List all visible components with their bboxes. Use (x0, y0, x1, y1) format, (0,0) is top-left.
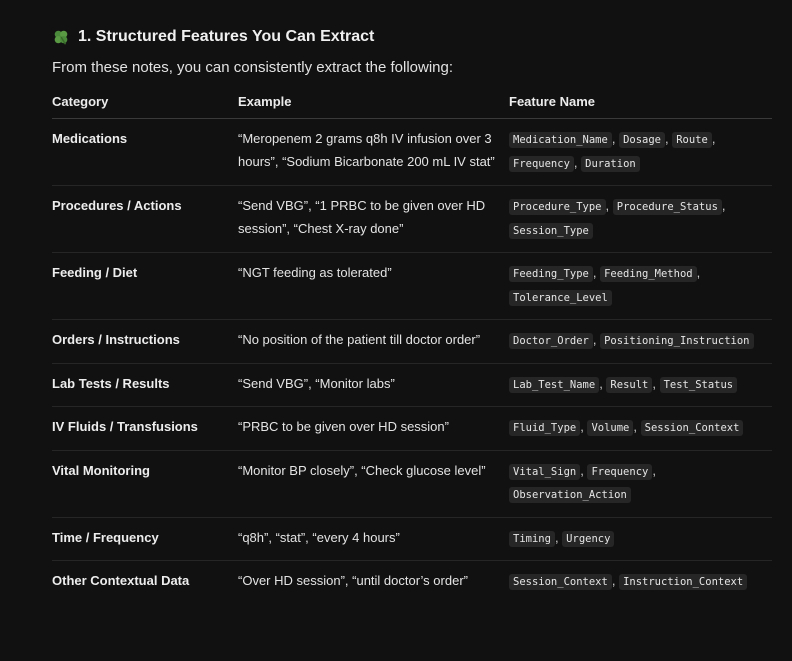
feature-name-cell: Session_Context, Instruction_Context (509, 561, 772, 604)
feature-code: Frequency (587, 463, 653, 480)
section-heading: 1. Structured Features You Can Extract (52, 24, 772, 50)
header-example: Example (238, 91, 509, 119)
feature-code: Timing (509, 530, 555, 547)
example-cell: “q8h”, “stat”, “every 4 hours” (238, 517, 509, 561)
feature-code: Tolerance_Level (509, 289, 612, 306)
feature-code: Dosage (619, 132, 665, 148)
category-cell: Time / Frequency (52, 517, 238, 561)
feature-separator: , (605, 198, 613, 213)
feature-code: Result (606, 376, 653, 393)
feature-code: Lab_Test_Name (509, 376, 600, 393)
feature-code: Duration (581, 155, 640, 172)
feature-name-cell: Lab_Test_Name, Result, Test_Status (509, 363, 772, 407)
feature-code: Vital_Sign (509, 463, 581, 480)
feature-separator: , (592, 265, 601, 280)
category-cell: Feeding / Diet (52, 252, 238, 320)
feature-name-cell: Procedure_Type, Procedure_Status, Sessio… (509, 185, 772, 253)
example-cell: “PRBC to be given over HD session” (238, 406, 509, 451)
feature-code: Volume (587, 420, 634, 436)
table-row: Medications “Meropenem 2 grams q8h IV inf… (52, 118, 772, 186)
feature-name-cell: Medication_Name, Dosage, Route, Frequenc… (509, 118, 772, 186)
feature-name-cell: Timing, Urgency (509, 517, 772, 561)
feature-separator: , (611, 131, 620, 146)
example-cell: “NGT feeding as tolerated” (238, 252, 509, 320)
feature-code: Session_Context (640, 420, 744, 436)
feature-separator: , (721, 198, 726, 213)
feature-code: Positioning_Instruction (600, 333, 754, 349)
feature-code: Instruction_Context (619, 574, 748, 590)
feature-code: Procedure_Status (612, 199, 722, 215)
feature-code: Observation_Action (509, 487, 631, 503)
feature-code: Fluid_Type (509, 420, 581, 436)
feature-separator: , (652, 375, 660, 391)
category-cell: Lab Tests / Results (52, 363, 238, 407)
feature-code: Frequency (509, 155, 574, 172)
feature-separator: , (696, 265, 701, 280)
table-row: Orders / Instructions “No position of the… (52, 319, 772, 364)
table-row: IV Fluids / Transfusions “PRBC to be give… (52, 406, 772, 451)
feature-name-cell: Feeding_Type, Feeding_Method, Tolerance_… (509, 252, 772, 320)
example-cell: “Over HD session”, “until doctor’s order… (238, 573, 468, 588)
example-cell: “Send VBG”, “Monitor labs” (238, 363, 509, 407)
table-row: Procedures / Actions “Send VBG”, “1 PRBC … (52, 185, 772, 253)
category-cell: Orders / Instructions (52, 319, 238, 364)
feature-separator: , (652, 462, 656, 478)
feature-code: Session_Context (509, 574, 612, 590)
example-cell: “Meropenem 2 grams q8h IV infusion over … (238, 118, 509, 186)
category-cell: Vital Monitoring (52, 450, 238, 518)
feature-separator: , (611, 573, 620, 588)
feature-code: Route (672, 132, 712, 148)
feature-separator: , (711, 131, 716, 146)
intro-text: From these notes, you can consistently e… (52, 59, 454, 76)
example-cell: “Send VBG”, “1 PRBC to be given over HD … (238, 185, 509, 253)
feature-code: Test_Status (659, 376, 738, 393)
category-cell: Medications (52, 118, 238, 186)
category-cell: IV Fluids / Transfusions (52, 406, 238, 451)
features-table: Category Example Feature Name Medication… (52, 91, 772, 604)
table-row: Lab Tests / Results “Send VBG”, “Monitor … (52, 363, 772, 407)
feature-code: Feeding_Type (509, 266, 593, 282)
feature-code: Procedure_Type (509, 199, 606, 215)
example-cell: “No position of the patient till doctor … (238, 319, 509, 364)
header-feature-name: Feature Name (509, 91, 772, 119)
table-row: Other Contextual Data “Over HD session”, … (52, 561, 772, 604)
table-row: Vital Monitoring “Monitor BP closely”, “C… (52, 450, 772, 518)
feature-name-cell: Doctor_Order, Positioning_Instruction (509, 319, 772, 364)
category-cell: Other Contextual Data (52, 573, 190, 588)
four-leaf-clover-icon (54, 30, 68, 45)
section-title: 1. Structured Features You Can Extract (78, 28, 375, 45)
feature-name-cell: Vital_Sign, Frequency, Observation_Actio… (509, 450, 772, 518)
feature-separator: , (633, 419, 641, 434)
feature-name-cell: Fluid_Type, Volume, Session_Context (509, 406, 772, 451)
feature-code: Doctor_Order (509, 333, 593, 349)
table-row: Feeding / Diet “NGT feeding as tolerated”… (52, 252, 772, 320)
category-cell: Procedures / Actions (52, 185, 238, 253)
example-cell: “Monitor BP closely”, “Check glucose lev… (238, 450, 509, 518)
feature-code: Urgency (562, 530, 615, 547)
content: 1. Structured Features You Can Extract F… (52, 24, 772, 604)
feature-code: Medication_Name (509, 132, 612, 148)
table-row: Time / Frequency “q8h”, “stat”, “every 4 … (52, 517, 772, 561)
header-category: Category (52, 91, 238, 119)
feature-separator: , (592, 332, 601, 347)
feature-code: Session_Type (509, 222, 593, 239)
table-header-row: Category Example Feature Name (52, 91, 772, 119)
feature-code: Feeding_Method (600, 266, 697, 282)
